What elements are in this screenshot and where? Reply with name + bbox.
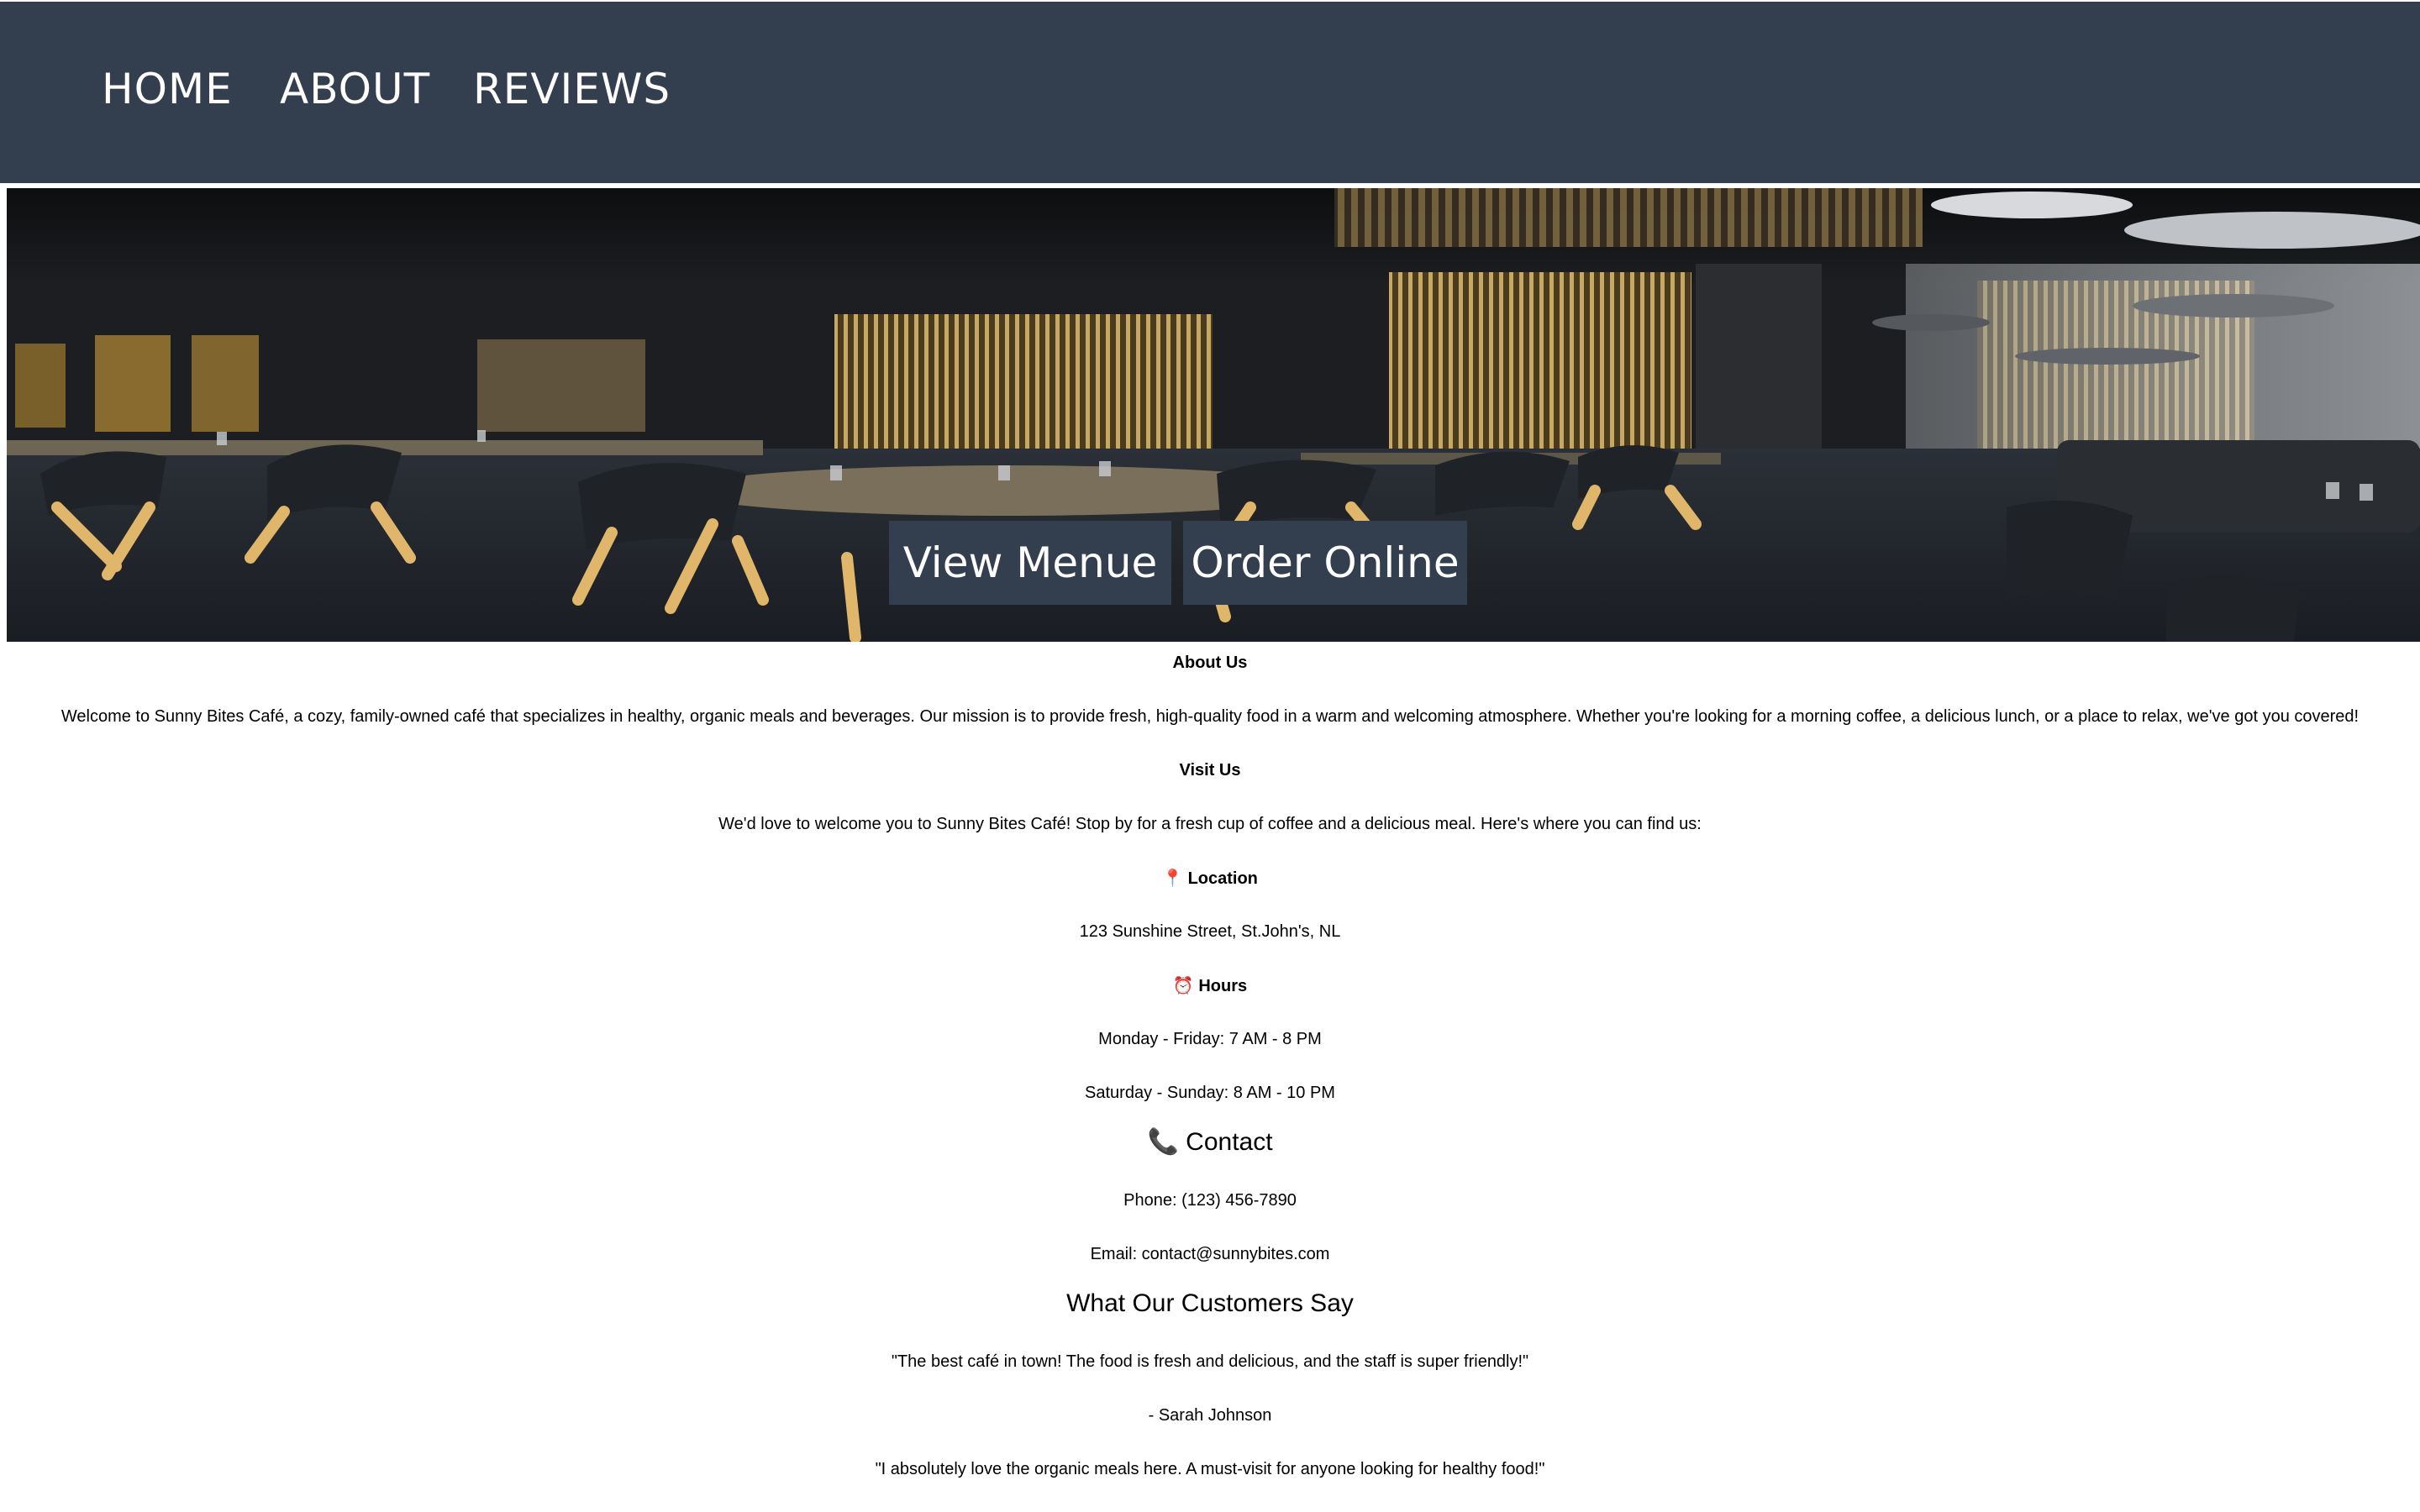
visit-intro: We'd love to welcome you to Sunny Bites … [718, 815, 1702, 833]
address-text: 123 Sunshine Street, St.John's, NL [1079, 922, 1341, 941]
nav-home-link[interactable]: HOME [102, 65, 233, 113]
hours-heading: ⏰ Hours [0, 974, 2420, 997]
alarm-clock-icon: ⏰ [1172, 975, 1194, 995]
contact-heading: 📞 Contact [0, 1127, 2420, 1158]
weekend-hours: Saturday - Sunday: 8 AM - 10 PM [1085, 1084, 1335, 1102]
about-heading: About Us [1172, 654, 1248, 672]
contact-label: Contact [1186, 1128, 1273, 1156]
nav-about-link[interactable]: ABOUT [280, 65, 430, 113]
review-author-1: - Sarah Johnson [1148, 1406, 1272, 1425]
location-pin-icon: 📍 [1162, 868, 1183, 888]
reviews-heading: What Our Customers Say [1066, 1289, 1354, 1317]
weekday-hours: Monday - Friday: 7 AM - 8 PM [1098, 1030, 1322, 1048]
location-label: Location [1187, 869, 1258, 888]
hours-label: Hours [1198, 977, 1248, 995]
nav-reviews-link[interactable]: REVIEWS [473, 65, 671, 113]
view-menu-button[interactable]: View Menue [889, 521, 1171, 605]
top-navbar: HOME ABOUT REVIEWS [0, 0, 2420, 183]
review-quote-1: "The best café in town! The food is fres… [891, 1352, 1529, 1371]
order-online-button[interactable]: Order Online [1183, 521, 1467, 605]
page: HOME ABOUT REVIEWS View Menue Order Onli… [0, 0, 2420, 1512]
about-text: Welcome to Sunny Bites Café, a cozy, fam… [60, 707, 2360, 726]
contact-phone: Phone: (123) 456-7890 [1123, 1191, 1297, 1210]
review-quote-2: "I absolutely love the organic meals her… [875, 1460, 1545, 1478]
telephone-icon: 📞 [1147, 1127, 1179, 1157]
location-heading: 📍 Location [0, 867, 2420, 890]
contact-email: Email: contact@sunnybites.com [1090, 1245, 1330, 1263]
visit-heading: Visit Us [1179, 761, 1241, 780]
